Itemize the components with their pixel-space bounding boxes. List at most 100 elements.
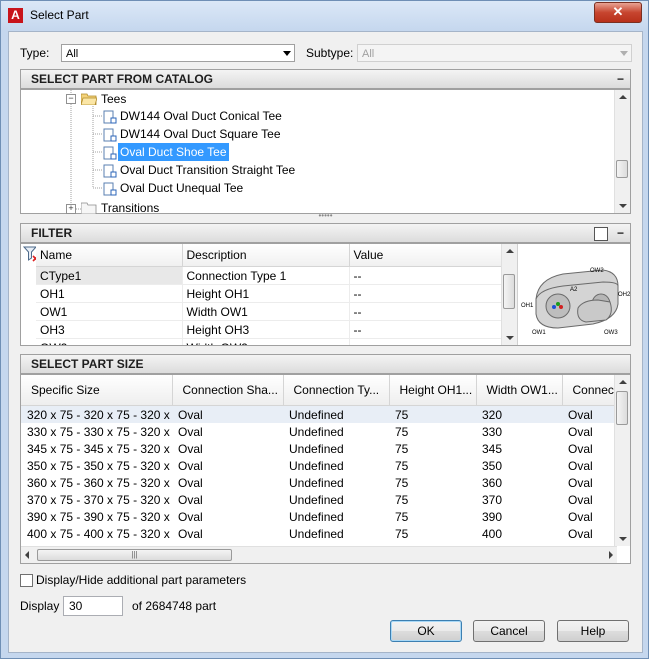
subtype-value: All <box>362 48 375 60</box>
size-header-label: SELECT PART SIZE <box>31 357 144 371</box>
filter-table: Name Description Value CType1 Connection … <box>36 244 517 345</box>
size-col-specific-size[interactable]: Specific Size <box>21 375 173 406</box>
collapse-tees-icon[interactable]: − <box>66 94 76 104</box>
autocad-logo-icon: A <box>8 8 23 23</box>
size-cell-connection: Oval <box>568 475 593 490</box>
size-cell-shape: Oval <box>178 407 203 422</box>
size-row[interactable]: 400 x 75 - 400 x 75 - 320 x ... Oval Undef… <box>21 525 617 542</box>
preview-label-a2: A2 <box>570 287 578 293</box>
filter-col-name[interactable]: Name <box>36 244 183 267</box>
scroll-left-icon[interactable] <box>25 551 29 559</box>
filter-row[interactable]: OW2Width OW2 <box>36 338 517 345</box>
tree-item-oval-duct-shoe-tee[interactable]: Oval Duct Shoe Tee <box>118 143 229 161</box>
scroll-down-icon[interactable] <box>619 204 627 208</box>
folder-icon <box>81 202 97 214</box>
size-row[interactable]: 345 x 75 - 345 x 75 - 320 x ... Oval Undef… <box>21 440 617 457</box>
filter-row[interactable]: OH1 Height OH1 -- <box>36 284 517 303</box>
part-icon <box>103 128 117 142</box>
scroll-thumb[interactable]: ||| <box>37 549 232 561</box>
ok-button[interactable]: OK <box>390 620 462 642</box>
size-cell-specific: 330 x 75 - 330 x 75 - 320 x ... <box>27 424 172 439</box>
size-col-connection-shape[interactable]: Connection Sha... <box>172 375 284 406</box>
scroll-up-icon[interactable] <box>506 249 514 253</box>
tree-item-dw144-conical-tee[interactable]: DW144 Oval Duct Conical Tee <box>120 107 282 125</box>
display-hide-label[interactable]: Display/Hide additional part parameters <box>36 573 246 587</box>
size-cell-shape: Oval <box>178 458 203 473</box>
dialog-body: Type: All Subtype: All SELECT PART FROM … <box>8 31 643 653</box>
filter-col-value[interactable]: Value <box>349 244 517 267</box>
size-row[interactable]: 370 x 75 - 370 x 75 - 320 x ... Oval Undef… <box>21 491 617 508</box>
catalog-scrollbar[interactable] <box>614 90 630 213</box>
splitter-grip[interactable]: ••••• <box>20 212 631 220</box>
size-row[interactable]: 320 x 75 - 320 x 75 - 320 x ... Oval Undef… <box>21 405 617 423</box>
size-cell-shape: Oval <box>178 424 203 439</box>
size-cell-shape: Oval <box>178 492 203 507</box>
size-cell-width: 345 <box>482 441 503 456</box>
chevron-down-icon <box>620 51 628 56</box>
filter-scrollbar[interactable] <box>501 244 517 345</box>
scroll-up-icon[interactable] <box>619 380 627 384</box>
size-row[interactable]: 390 x 75 - 390 x 75 - 320 x ... Oval Undef… <box>21 508 617 525</box>
size-cell-height: 75 <box>395 492 409 507</box>
help-button[interactable]: Help <box>557 620 629 642</box>
scroll-thumb[interactable] <box>503 274 515 309</box>
scroll-down-icon[interactable] <box>506 336 514 340</box>
scroll-thumb[interactable] <box>616 391 628 425</box>
display-count-input[interactable]: 30 <box>63 596 123 616</box>
filter-header[interactable]: FILTER − <box>20 223 631 243</box>
size-col-connection-type[interactable]: Connection Ty... <box>283 375 390 406</box>
size-cell-height: 75 <box>395 424 409 439</box>
cancel-button[interactable]: Cancel <box>473 620 545 642</box>
size-header[interactable]: SELECT PART SIZE <box>20 354 631 374</box>
filter-cell-value: -- <box>349 266 517 285</box>
size-cell-specific: 345 x 75 - 345 x 75 - 320 x ... <box>27 441 172 456</box>
tree-item-dw144-square-tee[interactable]: DW144 Oval Duct Square Tee <box>120 125 281 143</box>
size-col-height-oh1[interactable]: Height OH1... <box>389 375 477 406</box>
size-cell-specific: 400 x 75 - 400 x 75 - 320 x ... <box>27 526 172 541</box>
catalog-header[interactable]: SELECT PART FROM CATALOG − <box>20 69 631 89</box>
size-row[interactable]: 330 x 75 - 330 x 75 - 320 x ... Oval Undef… <box>21 423 617 440</box>
scroll-right-icon[interactable] <box>609 551 613 559</box>
size-horizontal-scrollbar[interactable]: ||| <box>21 546 617 563</box>
expand-transitions-icon[interactable]: + <box>66 204 76 214</box>
tree-item-transition-straight-tee[interactable]: Oval Duct Transition Straight Tee <box>120 161 295 179</box>
type-dropdown[interactable]: All <box>61 44 295 62</box>
size-row[interactable]: 350 x 75 - 350 x 75 - 320 x ... Oval Undef… <box>21 457 617 474</box>
subtype-dropdown[interactable]: All <box>357 44 632 62</box>
title-bar: A Select Part ✕ <box>1 1 648 31</box>
subtype-label: Subtype: <box>306 46 354 60</box>
filter-col-description[interactable]: Description <box>182 244 350 267</box>
scroll-up-icon[interactable] <box>619 95 627 99</box>
scroll-down-icon[interactable] <box>619 537 627 541</box>
filter-cell-value: -- <box>349 302 517 321</box>
display-hide-checkbox[interactable] <box>20 574 33 587</box>
filter-header-label: FILTER <box>31 226 73 240</box>
size-vertical-scrollbar[interactable] <box>614 375 630 546</box>
size-cell-height: 75 <box>395 475 409 490</box>
select-part-dialog: A Select Part ✕ Type: All Subtype: All S… <box>0 0 649 659</box>
total-count-text: of 2684748 part <box>132 599 217 613</box>
size-row[interactable]: 360 x 75 - 360 x 75 - 320 x ... Oval Undef… <box>21 474 617 491</box>
size-cell-type: Undefined <box>289 458 344 473</box>
tree-item-unequal-tee[interactable]: Oval Duct Unequal Tee <box>120 179 243 197</box>
collapse-icon[interactable]: − <box>617 224 624 242</box>
filter-toggle-checkbox[interactable] <box>594 227 608 241</box>
filter-row[interactable]: CType1 Connection Type 1 -- <box>36 266 517 285</box>
preview-label-ow2: OW2 <box>590 268 604 274</box>
size-cell-connection: Oval <box>568 526 593 541</box>
size-col-width-ow1[interactable]: Width OW1... <box>476 375 563 406</box>
collapse-icon[interactable]: − <box>617 70 624 88</box>
filter-row[interactable]: OW1 Width OW1 -- <box>36 302 517 321</box>
size-cell-width: 390 <box>482 509 503 524</box>
close-button[interactable]: ✕ <box>594 2 642 23</box>
filter-row[interactable]: OH3 Height OH3 -- <box>36 320 517 339</box>
size-col-connection-more[interactable]: Connecti <box>562 375 618 406</box>
preview-label-oh1: OH1 <box>521 303 534 309</box>
type-value: All <box>66 48 79 60</box>
size-cell-connection: Oval <box>568 458 593 473</box>
size-cell-type: Undefined <box>289 492 344 507</box>
window-title: Select Part <box>30 8 89 22</box>
tree-folder-tees[interactable]: Tees <box>101 90 126 108</box>
scroll-thumb[interactable] <box>616 160 628 178</box>
size-cell-specific: 320 x 75 - 320 x 75 - 320 x ... <box>27 407 172 422</box>
